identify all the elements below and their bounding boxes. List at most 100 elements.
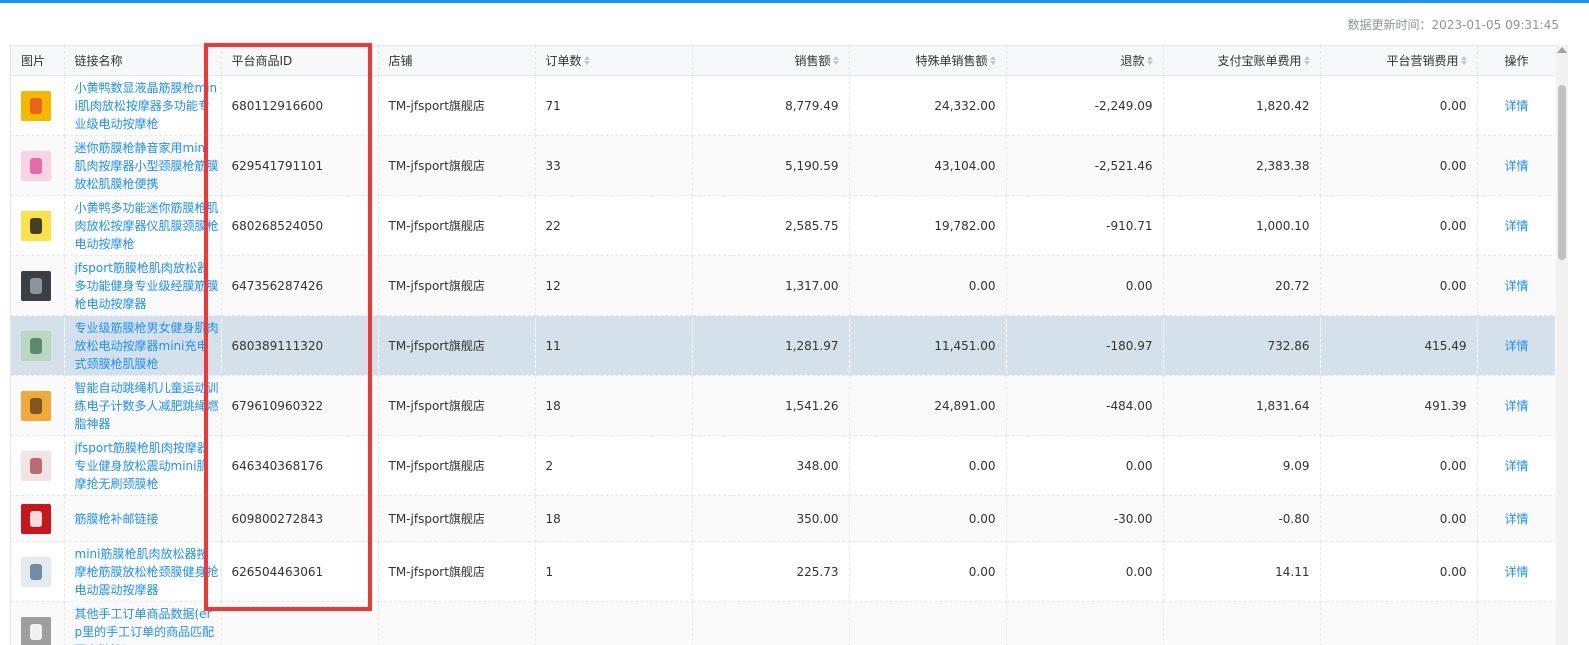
product-link[interactable]: 专业级筋膜枪男女健身肌肉放松电动按摩器mini充电式颈膜枪肌膜枪 <box>75 319 219 373</box>
sales-cell: 5,190.59 <box>692 135 850 196</box>
table-row[interactable]: mini筋膜枪肌肉放松器按摩枪筋膜放松枪颈膜健身抢电动震动按摩器 62650446… <box>11 541 1555 602</box>
product-link[interactable]: 小黄鸭数显液晶筋膜枪mini肌肉放松按摩器多功能专业级电动按摩枪 <box>75 79 219 133</box>
orders-cell: 2 <box>535 435 693 496</box>
sort-icon[interactable] <box>1146 56 1153 65</box>
link-name-cell: jfsport筋膜枪肌肉放松器多功能健身专业级经膜筋膜枪电动按摩器 <box>64 255 222 316</box>
detail-link[interactable]: 详情 <box>1504 399 1528 413</box>
product-link[interactable]: 智能自动跳绳机儿童运动训练电子计数多人减肥跳绳燃脂神器 <box>75 379 219 433</box>
alipay-fee-cell: 1,000.10 <box>1163 195 1321 256</box>
scrollbar-thumb[interactable] <box>1558 85 1566 260</box>
detail-link[interactable]: 详情 <box>1504 565 1528 579</box>
table-row[interactable]: 专业级筋膜枪男女健身肌肉放松电动按摩器mini充电式颈膜枪肌膜枪 68038911… <box>11 315 1555 376</box>
product-thumbnail <box>21 90 51 121</box>
special-sales-cell: 0.00 <box>849 435 1007 496</box>
header-orders-label: 订单数 <box>545 54 582 68</box>
platform-id-cell: 680112916600 <box>221 75 379 136</box>
product-link[interactable]: 迷你筋膜枪静音家用mini肌肉按摩器小型颈膜枪筋膜放松肌膜枪便携 <box>75 139 219 193</box>
table-row[interactable]: 小黄鸭多功能迷你筋膜枪肌肉放松按摩器仪肌膜颈膜枪电动按摩枪 68026852405… <box>11 195 1555 256</box>
header-sales[interactable]: 销售额 <box>692 45 850 76</box>
header-marketing-fee[interactable]: 平台营销费用 <box>1320 45 1478 76</box>
product-link[interactable]: 其他手工订单商品数据(erp里的手工订单的商品匹配不上链接) <box>75 605 219 645</box>
action-cell: 详情 <box>1477 435 1555 496</box>
detail-link[interactable]: 详情 <box>1504 219 1528 233</box>
product-thumbnail-detail <box>30 97 42 114</box>
detail-link[interactable]: 详情 <box>1504 279 1528 293</box>
refund-cell: -2,249.09 <box>1006 75 1164 136</box>
table-body: 小黄鸭数显液晶筋膜枪mini肌肉放松按摩器多功能专业级电动按摩枪 68011291… <box>11 75 1555 645</box>
header-marketing-fee-label: 平台营销费用 <box>1386 54 1459 68</box>
shop-cell: TM-jfsport旗舰店 <box>378 315 536 376</box>
shop-cell: TM-jfsport旗舰店 <box>378 495 536 542</box>
header-refund-label: 退款 <box>1120 54 1145 68</box>
detail-link[interactable]: 详情 <box>1504 159 1528 173</box>
alipay-fee-cell: 1,831.64 <box>1163 375 1321 436</box>
product-link[interactable]: 筋膜枪补邮链接 <box>75 510 219 528</box>
sales-cell: 225.73 <box>692 541 850 602</box>
table-row[interactable]: 小黄鸭数显液晶筋膜枪mini肌肉放松按摩器多功能专业级电动按摩枪 68011291… <box>11 75 1555 136</box>
header-image: 图片 <box>11 45 65 76</box>
shop-cell: TM-jfsport旗舰店 <box>378 541 536 602</box>
action-cell: 详情 <box>1477 315 1555 376</box>
alipay-fee-cell: 1,820.42 <box>1163 75 1321 136</box>
marketing-fee-cell: 0.00 <box>1320 255 1478 316</box>
table-row[interactable]: 其他手工订单商品数据(erp里的手工订单的商品匹配不上链接) <box>11 601 1555 645</box>
header-shop: 店铺 <box>378 45 536 76</box>
table-row[interactable]: jfsport筋膜枪肌肉按摩器专业健身放松震动mini肌摩抢无刷颈膜枪 64634… <box>11 435 1555 496</box>
sales-cell: 1,541.26 <box>692 375 850 436</box>
header-sales-label: 销售额 <box>794 54 831 68</box>
shop-cell: TM-jfsport旗舰店 <box>378 195 536 256</box>
marketing-fee-cell <box>1320 601 1478 645</box>
special-sales-cell <box>849 601 1007 645</box>
alipay-fee-cell: 14.11 <box>1163 541 1321 602</box>
platform-id-cell: 680389111320 <box>221 315 379 376</box>
product-link[interactable]: jfsport筋膜枪肌肉按摩器专业健身放松震动mini肌摩抢无刷颈膜枪 <box>75 439 219 493</box>
alipay-fee-cell: -0.80 <box>1163 495 1321 542</box>
link-name-cell: 智能自动跳绳机儿童运动训练电子计数多人减肥跳绳燃脂神器 <box>64 375 222 436</box>
action-cell: 详情 <box>1477 541 1555 602</box>
link-name-cell: 小黄鸭数显液晶筋膜枪mini肌肉放松按摩器多功能专业级电动按摩枪 <box>64 75 222 136</box>
product-link[interactable]: jfsport筋膜枪肌肉放松器多功能健身专业级经膜筋膜枪电动按摩器 <box>75 259 219 313</box>
detail-link[interactable]: 详情 <box>1504 99 1528 113</box>
scroll-up-icon[interactable] <box>1557 47 1567 53</box>
header-refund[interactable]: 退款 <box>1006 45 1164 76</box>
sales-cell: 1,317.00 <box>692 255 850 316</box>
special-sales-cell: 0.00 <box>849 541 1007 602</box>
platform-id-cell: 626504463061 <box>221 541 379 602</box>
product-thumbnail-detail <box>30 157 42 174</box>
header-orders[interactable]: 订单数 <box>535 45 693 76</box>
refund-cell: 0.00 <box>1006 435 1164 496</box>
alipay-fee-cell: 2,383.38 <box>1163 135 1321 196</box>
image-cell <box>11 541 65 602</box>
product-thumbnail-detail <box>30 623 42 640</box>
shop-cell: TM-jfsport旗舰店 <box>378 135 536 196</box>
table-row[interactable]: 迷你筋膜枪静音家用mini肌肉按摩器小型颈膜枪筋膜放松肌膜枪便携 62954179… <box>11 135 1555 196</box>
refund-cell: -30.00 <box>1006 495 1164 542</box>
table-row[interactable]: 筋膜枪补邮链接 609800272843 TM-jfsport旗舰店 18 350.00… <box>11 495 1555 542</box>
table-row[interactable]: jfsport筋膜枪肌肉放松器多功能健身专业级经膜筋膜枪电动按摩器 6473562… <box>11 255 1555 316</box>
sales-cell <box>692 601 850 645</box>
sort-icon[interactable] <box>832 56 839 65</box>
detail-link[interactable]: 详情 <box>1504 512 1528 526</box>
detail-link[interactable]: 详情 <box>1504 339 1528 353</box>
alipay-fee-cell: 732.86 <box>1163 315 1321 376</box>
link-name-cell: 专业级筋膜枪男女健身肌肉放松电动按摩器mini充电式颈膜枪肌膜枪 <box>64 315 222 376</box>
shop-cell: TM-jfsport旗舰店 <box>378 375 536 436</box>
sort-icon[interactable] <box>989 56 996 65</box>
link-name-cell: 小黄鸭多功能迷你筋膜枪肌肉放松按摩器仪肌膜颈膜枪电动按摩枪 <box>64 195 222 256</box>
header-special-sales[interactable]: 特殊单销售额 <box>849 45 1007 76</box>
action-cell <box>1477 601 1555 645</box>
action-cell: 详情 <box>1477 255 1555 316</box>
marketing-fee-cell: 0.00 <box>1320 195 1478 256</box>
table-row[interactable]: 智能自动跳绳机儿童运动训练电子计数多人减肥跳绳燃脂神器 679610960322 T… <box>11 375 1555 436</box>
product-link[interactable]: 小黄鸭多功能迷你筋膜枪肌肉放松按摩器仪肌膜颈膜枪电动按摩枪 <box>75 199 219 253</box>
sort-icon[interactable] <box>1460 56 1467 65</box>
refund-cell: -180.97 <box>1006 315 1164 376</box>
sort-icon[interactable] <box>583 56 590 65</box>
alipay-fee-cell: 20.72 <box>1163 255 1321 316</box>
special-sales-cell: 0.00 <box>849 255 1007 316</box>
header-alipay-fee[interactable]: 支付宝账单费用 <box>1163 45 1321 76</box>
sort-icon[interactable] <box>1303 56 1310 65</box>
detail-link[interactable]: 详情 <box>1504 459 1528 473</box>
header-action: 操作 <box>1477 45 1555 76</box>
product-link[interactable]: mini筋膜枪肌肉放松器按摩枪筋膜放松枪颈膜健身抢电动震动按摩器 <box>75 545 219 599</box>
